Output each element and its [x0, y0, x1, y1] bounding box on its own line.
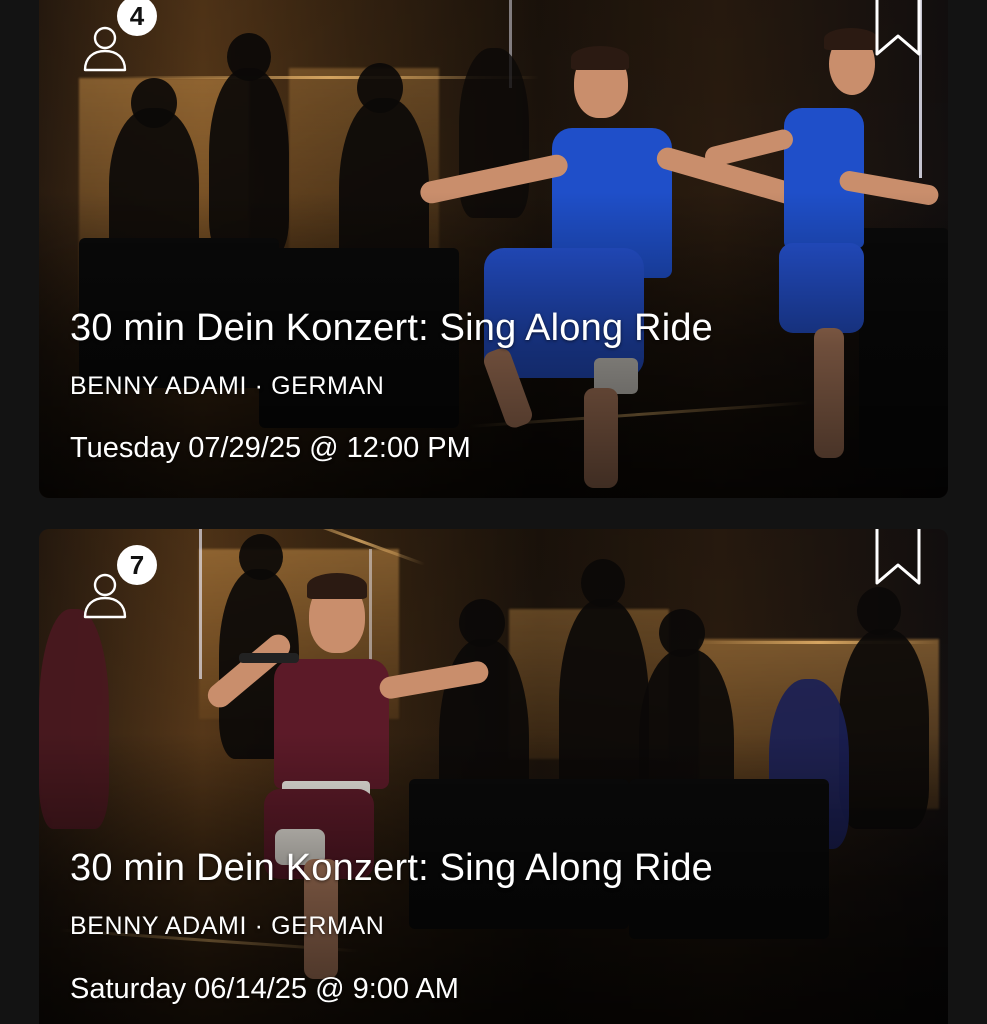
class-instructor-language: BENNY ADAMI · GERMAN [70, 372, 384, 401]
class-schedule: Saturday 06/14/25 @ 9:00 AM [70, 973, 459, 1005]
bookmark-outline-icon[interactable] [874, 0, 922, 58]
class-schedule: Tuesday 07/29/25 @ 12:00 PM [70, 432, 471, 464]
class-instructor-language: BENNY ADAMI · GERMAN [70, 912, 384, 941]
instructor-name: BENNY ADAMI [70, 372, 248, 400]
attendee-count-badge: 7 [117, 545, 157, 585]
class-title: 30 min Dein Konzert: Sing Along Ride [70, 847, 714, 889]
class-feed: 4 30 min Dein Konzert: Sing Along Ride B… [0, 0, 987, 1024]
class-thumbnail-image [39, 529, 948, 1024]
class-language: GERMAN [271, 372, 385, 400]
bookmark-outline-icon[interactable] [874, 529, 922, 587]
class-language: GERMAN [271, 912, 385, 940]
class-thumbnail-image [39, 0, 948, 498]
meta-separator: · [254, 912, 264, 940]
attendee-indicator[interactable]: 7 [79, 545, 157, 625]
class-card[interactable]: 7 30 min Dein Konzert: Sing Along Ride B… [39, 529, 948, 1024]
meta-separator: · [254, 372, 264, 400]
class-title: 30 min Dein Konzert: Sing Along Ride [70, 307, 714, 349]
class-card[interactable]: 4 30 min Dein Konzert: Sing Along Ride B… [39, 0, 948, 498]
attendee-indicator[interactable]: 4 [79, 0, 157, 78]
instructor-name: BENNY ADAMI [70, 912, 248, 940]
